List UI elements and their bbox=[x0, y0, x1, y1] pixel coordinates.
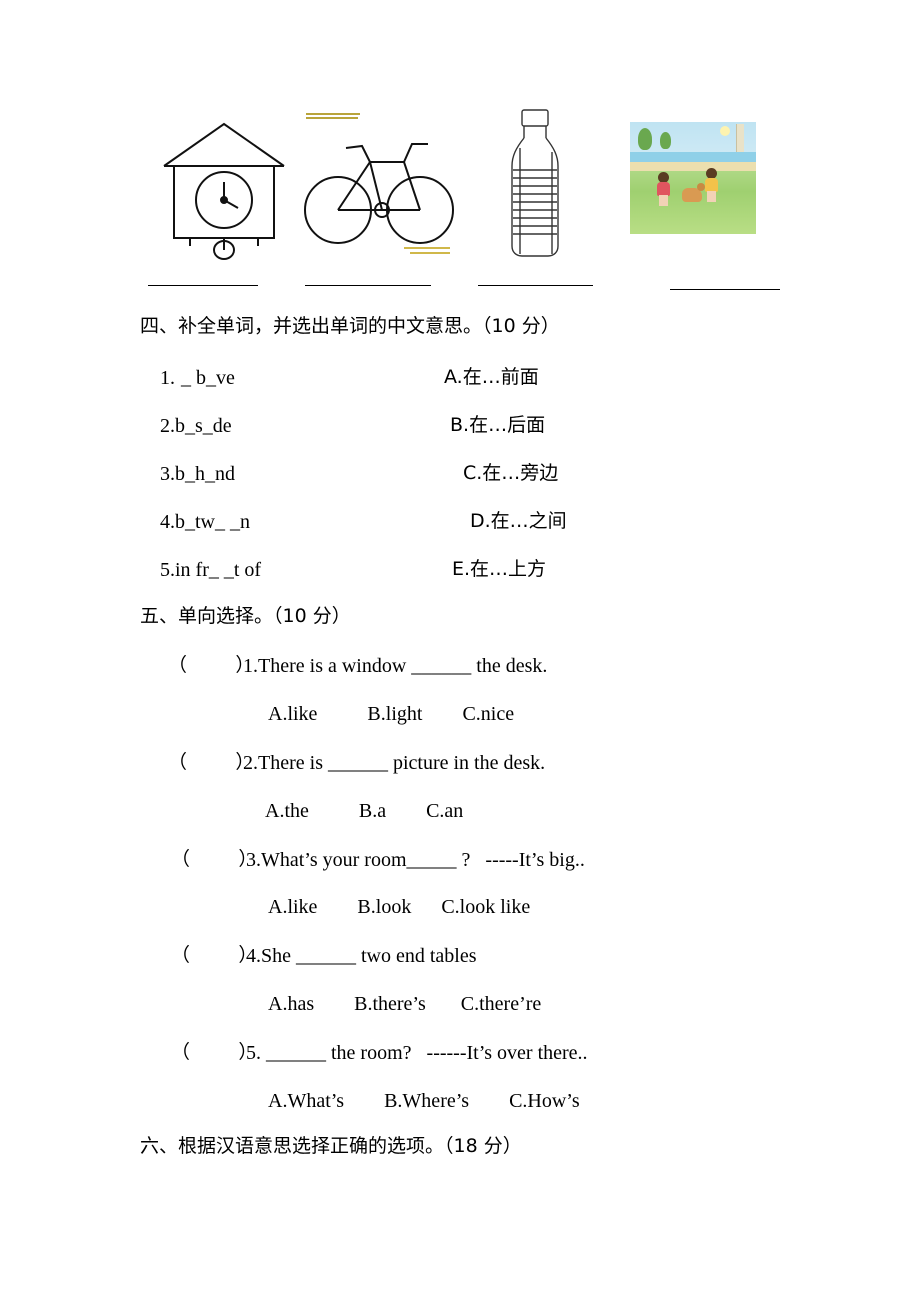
section-5-question-5-stem: 5. ______ the room? ------It’s over ther… bbox=[246, 1042, 588, 1064]
section-5-bracket-1[interactable]: （ ） bbox=[168, 654, 254, 676]
section-5-heading: 五、单向选择。（10 分） bbox=[140, 605, 351, 627]
section-4-item-1-word: 1. _ b_ve bbox=[160, 367, 235, 389]
section-5-bracket-5[interactable]: （ ） bbox=[171, 1041, 257, 1063]
section-5-question-1-stem: 1.There is a window ______ the desk. bbox=[243, 655, 548, 677]
water-bottle-drawing bbox=[480, 104, 590, 264]
section-5-question-2-options[interactable]: A.the B.a C.an bbox=[265, 800, 463, 822]
child-figure bbox=[656, 172, 672, 206]
section-5-bracket-4[interactable]: （ ） bbox=[171, 944, 257, 966]
bottle-icon bbox=[511, 109, 559, 257]
picture-row bbox=[140, 104, 780, 264]
section-4-item-4-word: 4.b_tw_ _n bbox=[160, 511, 250, 533]
beach-children-photo bbox=[630, 104, 770, 264]
section-4-item-3-word: 3.b_h_nd bbox=[160, 463, 235, 485]
answer-blank-3[interactable] bbox=[478, 285, 593, 286]
section-5-question-1-options[interactable]: A.like B.light C.nice bbox=[268, 703, 514, 725]
section-5-question-5-options[interactable]: A.What’s B.Where’s C.How’s bbox=[268, 1090, 580, 1112]
clock-house-icon bbox=[163, 122, 285, 260]
section-5-bracket-2[interactable]: （ ） bbox=[168, 751, 254, 773]
section-5-question-3-stem: 3.What’s your room_____ ? -----It’s big.… bbox=[246, 849, 585, 871]
section-4-item-5-word: 5.in fr_ _t of bbox=[160, 559, 262, 581]
sea-band bbox=[630, 152, 756, 162]
worksheet-page: 四、补全单词，并选出单词的中文意思。（10 分） 1. _ b_ve A.在…前面… bbox=[0, 0, 920, 1302]
tree-shape bbox=[660, 132, 671, 149]
dog-figure bbox=[682, 183, 705, 202]
section-5-bracket-3[interactable]: （ ） bbox=[171, 848, 257, 870]
clock-house-drawing bbox=[150, 104, 300, 264]
section-6-heading: 六、根据汉语意思选择正确的选项。（18 分） bbox=[140, 1135, 522, 1157]
section-5-question-3-options[interactable]: A.like B.look C.look like bbox=[268, 896, 530, 918]
sand-band bbox=[630, 162, 756, 171]
answer-blank-2[interactable] bbox=[305, 285, 431, 286]
sun-shape bbox=[720, 126, 730, 136]
answer-blank-1[interactable] bbox=[148, 285, 258, 286]
section-4-item-2-word: 2.b_s_de bbox=[160, 415, 232, 437]
bicycle-icon bbox=[304, 113, 454, 254]
section-4-item-1-choice[interactable]: A.在…前面 bbox=[444, 366, 539, 388]
section-4-item-2-choice[interactable]: B.在…后面 bbox=[450, 414, 545, 436]
tree-shape bbox=[638, 128, 652, 150]
child-figure bbox=[704, 168, 720, 202]
section-4-heading: 四、补全单词，并选出单词的中文意思。（10 分） bbox=[140, 315, 560, 337]
bicycle-drawing bbox=[300, 104, 460, 264]
section-5-question-2-stem: 2.There is ______ picture in the desk. bbox=[243, 752, 546, 774]
section-5-question-4-options[interactable]: A.has B.there’s C.there’re bbox=[268, 993, 541, 1015]
section-4-item-4-choice[interactable]: D.在…之间 bbox=[470, 510, 567, 532]
answer-blank-4[interactable] bbox=[670, 289, 780, 290]
section-5-question-4-stem: 4.She ______ two end tables bbox=[246, 945, 477, 967]
section-4-item-5-choice[interactable]: E.在…上方 bbox=[452, 558, 546, 580]
section-4-item-3-choice[interactable]: C.在…旁边 bbox=[463, 462, 558, 484]
